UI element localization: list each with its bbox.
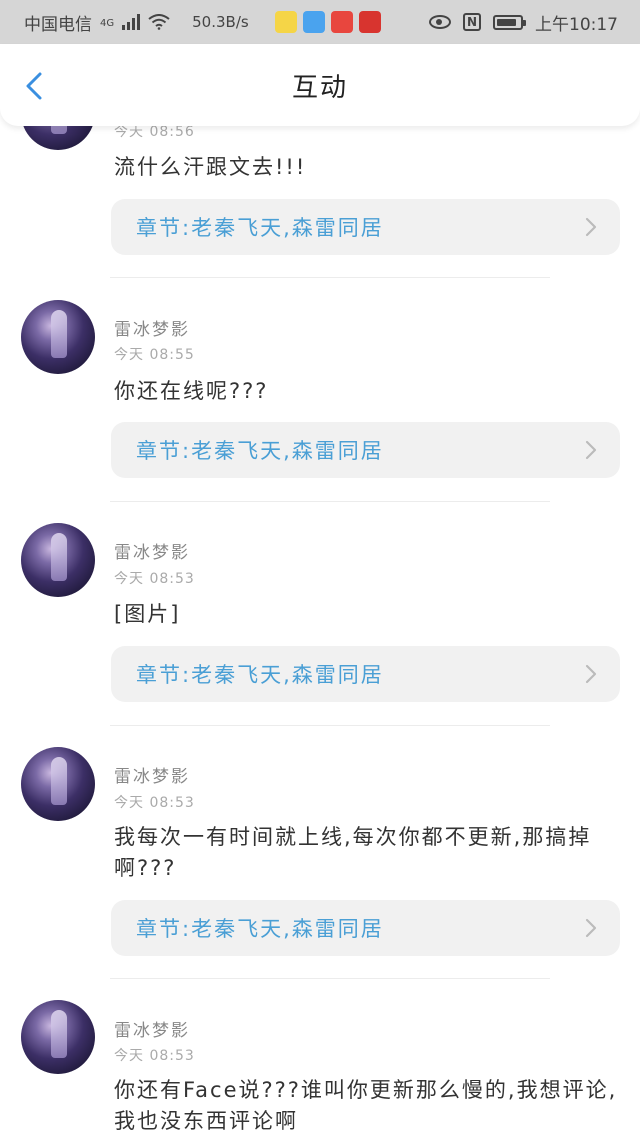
divider <box>110 978 550 979</box>
message-time: 今天 08:55 <box>114 347 195 363</box>
message-time: 今天 08:53 <box>114 571 195 587</box>
network-speed: 50.3B/s <box>192 13 249 31</box>
chapter-label: 章节:老秦飞天,森雷同居 <box>136 917 384 941</box>
back-arrow-icon[interactable] <box>18 68 52 104</box>
message-text: 流什么汗跟文去!!! <box>114 155 307 179</box>
battery-icon <box>493 14 526 30</box>
page-title: 互动 <box>291 72 348 103</box>
divider <box>110 725 550 726</box>
message-time: 今天 08:53 <box>114 795 195 811</box>
carrier-name: 中国电信 <box>24 14 92 35</box>
chevron-right-icon <box>585 217 597 237</box>
wifi-icon <box>148 14 170 30</box>
eye-icon <box>429 15 451 29</box>
chapter-link[interactable]: 章节:老秦飞天,森雷同居 <box>111 646 620 702</box>
message-time: 今天 08:53 <box>114 1048 195 1064</box>
message-text: 我每次一有时间就上线,每次你都不更新,那搞掉啊??? <box>114 825 592 880</box>
avatar[interactable] <box>21 1000 95 1074</box>
avatar[interactable] <box>21 523 95 597</box>
chapter-label: 章节:老秦飞天,森雷同居 <box>136 216 384 240</box>
chapter-label: 章节:老秦飞天,森雷同居 <box>136 663 384 687</box>
chapter-label: 章节:老秦飞天,森雷同居 <box>136 439 384 463</box>
username[interactable]: 雷冰梦影 <box>114 315 190 340</box>
app-notification-icon <box>358 11 381 33</box>
message-text: 你还有Face说???谁叫你更新那么慢的,我想评论,我也没东西评论啊 <box>114 1078 618 1133</box>
username[interactable]: 雷冰梦影 <box>114 1016 190 1041</box>
app-notification-icon <box>274 11 297 33</box>
message-text: 你还在线呢??? <box>114 379 269 403</box>
chapter-link[interactable]: 章节:老秦飞天,森雷同居 <box>111 199 620 255</box>
chevron-right-icon <box>585 664 597 684</box>
chapter-link[interactable]: 章节:老秦飞天,森雷同居 <box>111 422 620 478</box>
chevron-right-icon <box>585 440 597 460</box>
nfc-icon: N <box>463 13 481 31</box>
network-type: 4G <box>100 17 115 29</box>
avatar[interactable] <box>21 300 95 374</box>
app-notification-icon <box>302 11 325 33</box>
clock: 上午10:17 <box>535 14 618 35</box>
username[interactable]: 雷冰梦影 <box>114 538 190 563</box>
divider <box>110 501 550 502</box>
signal-icon <box>122 14 141 30</box>
username[interactable]: 雷冰梦影 <box>114 762 190 787</box>
app-notification-icon <box>330 11 353 33</box>
nav-header: 互动 <box>0 44 640 126</box>
chapter-link[interactable]: 章节:老秦飞天,森雷同居 <box>111 900 620 956</box>
divider <box>110 277 550 278</box>
message-text: [图片] <box>114 602 181 626</box>
chevron-right-icon <box>585 918 597 938</box>
avatar[interactable] <box>21 747 95 821</box>
status-bar: 中国电信 4G 50.3B/s N 上午10:17 <box>0 0 640 44</box>
